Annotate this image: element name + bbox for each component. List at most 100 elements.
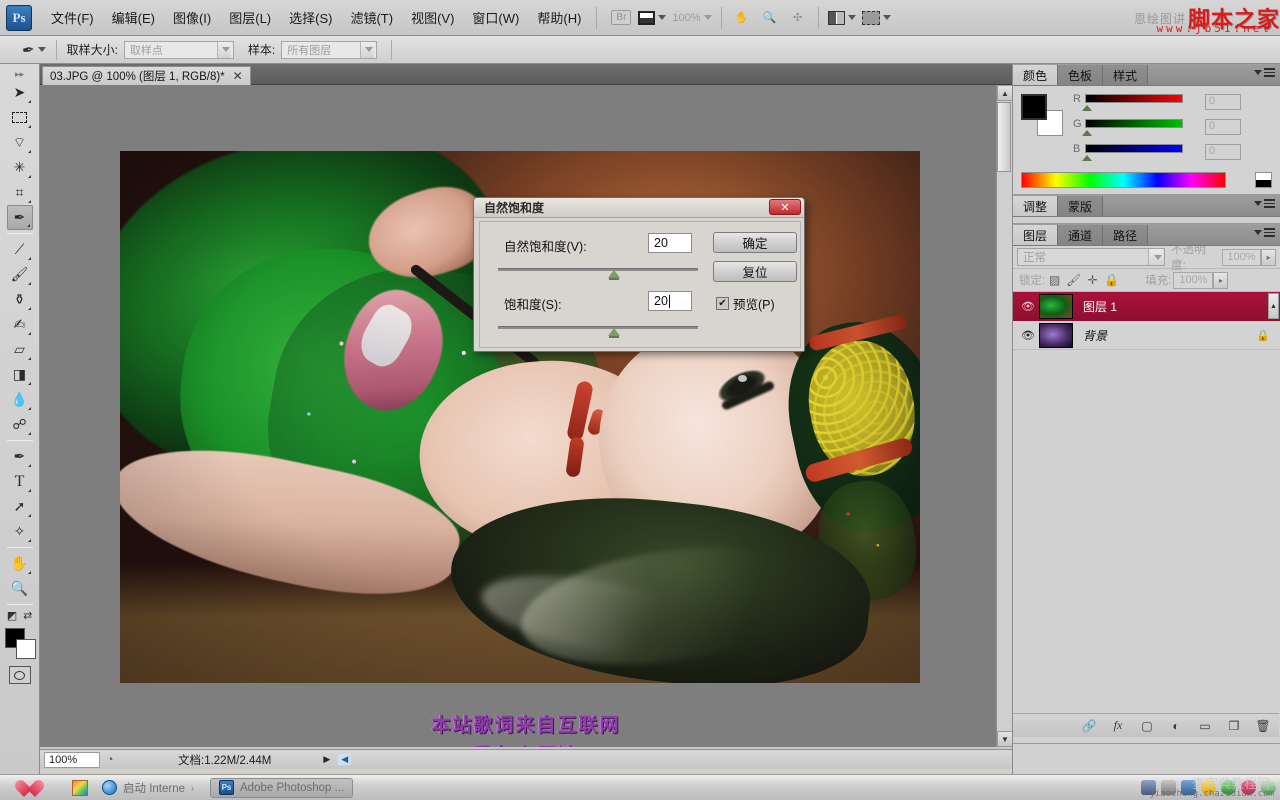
path-selection-tool[interactable]: ➚ xyxy=(7,494,33,519)
move-tool[interactable]: ➤ xyxy=(7,80,33,105)
tab-color[interactable]: 颜色 xyxy=(1013,65,1058,85)
layer-thumbnail[interactable] xyxy=(1039,294,1073,319)
lock-transparent-pixels-icon[interactable]: ▨ xyxy=(1045,272,1064,289)
dialog-title-bar[interactable]: 自然饱和度 ✕ xyxy=(474,198,804,218)
zoom-level-display[interactable]: 100% xyxy=(672,7,711,29)
layers-panel-menu-icon[interactable] xyxy=(1254,228,1275,237)
foreground-color-chip[interactable] xyxy=(1021,94,1047,120)
tab-styles[interactable]: 样式 xyxy=(1103,65,1148,85)
shape-tool[interactable]: ✧ xyxy=(7,519,33,544)
taskbar-ie[interactable]: 启动 Interne › xyxy=(94,778,202,798)
adjustment-layer-icon[interactable]: ◐ xyxy=(1168,718,1184,734)
hand-tool[interactable]: ✋ xyxy=(7,551,33,576)
start-button-heart-icon[interactable] xyxy=(24,778,46,798)
channel-r-value[interactable]: 0 xyxy=(1205,94,1241,110)
channel-r-handle[interactable] xyxy=(1082,105,1092,111)
tab-swatches[interactable]: 色板 xyxy=(1058,65,1103,85)
vibrance-slider[interactable] xyxy=(498,266,698,276)
quick-mask-button[interactable] xyxy=(9,666,31,684)
magic-wand-tool[interactable]: ✳ xyxy=(7,155,33,180)
zoom-tool[interactable]: 🔍 xyxy=(7,576,33,601)
crop-tool[interactable]: ⌗ xyxy=(7,180,33,205)
scrollbar-thumb[interactable] xyxy=(997,102,1011,172)
default-colors-icon[interactable]: ◩ xyxy=(7,609,17,622)
ok-button[interactable]: 确定 xyxy=(713,232,797,253)
lock-image-pixels-icon[interactable]: 🖌 xyxy=(1064,272,1083,289)
color-panel-menu-icon[interactable] xyxy=(1254,68,1275,77)
status-clock-icon[interactable]: ◔ xyxy=(100,752,120,768)
vibrance-input[interactable]: 20 xyxy=(648,233,692,253)
healing-brush-tool[interactable]: ⟋ xyxy=(7,237,33,262)
zoom-input[interactable]: 100% xyxy=(44,752,100,768)
zoom-tool-button[interactable]: 🔍 xyxy=(759,7,781,29)
channel-g-slider[interactable] xyxy=(1085,119,1183,128)
channel-g-handle[interactable] xyxy=(1082,130,1092,136)
layer-thumbnail[interactable] xyxy=(1039,323,1073,348)
sample-size-select[interactable]: 取样点 xyxy=(124,41,234,59)
tray-plug-icon[interactable] xyxy=(1161,780,1176,795)
screen-mode-button[interactable] xyxy=(638,7,666,29)
gradient-tool[interactable]: ◨ xyxy=(7,362,33,387)
vibrance-slider-track[interactable] xyxy=(498,268,698,271)
tray-volume-icon[interactable] xyxy=(1181,780,1196,795)
tab-adjustments[interactable]: 调整 xyxy=(1013,196,1058,216)
lasso-tool[interactable]: ⌔ xyxy=(7,130,33,155)
tray-sync-icon[interactable] xyxy=(1261,780,1276,795)
status-expand-icon[interactable]: ▶ xyxy=(323,754,330,765)
dodge-tool[interactable]: ☍ xyxy=(7,412,33,437)
layer-visibility-icon[interactable]: 👁 xyxy=(1017,300,1039,313)
canvas-area[interactable]: 本站歌词来自互联网 我怎么原谅 xyxy=(40,85,1012,747)
pen-tool[interactable]: ✒ xyxy=(7,444,33,469)
layer-style-icon[interactable]: fx xyxy=(1110,718,1126,734)
channel-b-handle[interactable] xyxy=(1082,155,1092,161)
menu-window[interactable]: 窗口(W) xyxy=(463,4,528,31)
show-desktop-icon[interactable] xyxy=(72,780,88,796)
tray-pen-icon[interactable] xyxy=(1141,780,1156,795)
vibrance-dialog[interactable]: 自然饱和度 ✕ 自然饱和度(V): 20 饱和度(S): 20 确定 复位 xyxy=(473,197,805,352)
fill-stepper[interactable]: ▸ xyxy=(1213,272,1228,289)
saturation-slider[interactable] xyxy=(498,324,698,334)
document-tab[interactable]: 03.JPG @ 100% (图层 1, RGB/8)* ✕ xyxy=(42,66,251,85)
menu-select[interactable]: 选择(S) xyxy=(280,4,341,31)
type-tool[interactable]: T xyxy=(7,469,33,494)
tray-antivirus-icon[interactable] xyxy=(1221,780,1236,795)
color-spectrum-ramp[interactable] xyxy=(1021,172,1226,188)
menu-image[interactable]: 图像(I) xyxy=(164,4,220,31)
opacity-stepper[interactable]: ▸ xyxy=(1261,249,1276,266)
layers-scroll-up-icon[interactable]: ▲ xyxy=(1268,293,1279,319)
eraser-tool[interactable]: ▱ xyxy=(7,337,33,362)
scroll-up-icon[interactable]: ▲ xyxy=(997,85,1013,101)
preview-checkbox-row[interactable]: ✔ 预览(P) xyxy=(716,294,775,313)
marquee-tool[interactable] xyxy=(7,105,33,130)
blur-tool[interactable]: 💧 xyxy=(7,387,33,412)
menu-file[interactable]: 文件(F) xyxy=(42,4,103,31)
history-brush-tool[interactable]: ✍ xyxy=(7,312,33,337)
new-layer-icon[interactable]: ❐ xyxy=(1226,718,1242,734)
close-icon[interactable]: ✕ xyxy=(233,69,243,83)
brush-tool[interactable]: 🖌 xyxy=(7,262,33,287)
menu-layer[interactable]: 图层(L) xyxy=(220,4,280,31)
taskbar-photoshop[interactable]: Ps Adobe Photoshop ... xyxy=(210,778,353,798)
toolbox-grip[interactable]: ▸▸ xyxy=(0,68,39,80)
current-tool-preset[interactable]: ✒ xyxy=(22,41,46,59)
tab-layers[interactable]: 图层 xyxy=(1013,225,1058,245)
tray-app-icon[interactable] xyxy=(1241,780,1256,795)
channel-g-value[interactable]: 0 xyxy=(1205,119,1241,135)
menu-view[interactable]: 视图(V) xyxy=(402,4,463,31)
hand-tool-button[interactable]: ✋ xyxy=(731,7,753,29)
saturation-slider-handle[interactable] xyxy=(608,328,620,336)
saturation-slider-track[interactable] xyxy=(498,326,698,329)
menu-help[interactable]: 帮助(H) xyxy=(528,4,590,31)
lock-position-icon[interactable]: ✛ xyxy=(1083,272,1102,289)
status-scroll-left-icon[interactable]: ◀ xyxy=(338,754,351,765)
adjustments-panel-menu-icon[interactable] xyxy=(1254,199,1275,208)
canvas-vertical-scrollbar[interactable]: ▲ ▼ xyxy=(996,85,1012,747)
layer-row-1[interactable]: 👁 图层 1 ▲ xyxy=(1013,292,1280,321)
channel-r-slider[interactable] xyxy=(1085,94,1183,103)
eyedropper-tool[interactable]: ✒ xyxy=(7,205,33,230)
scroll-down-icon[interactable]: ▼ xyxy=(997,731,1013,747)
layer-mask-icon[interactable]: ▢ xyxy=(1139,718,1155,734)
background-color-swatch[interactable] xyxy=(16,639,36,659)
close-icon[interactable]: ✕ xyxy=(769,199,801,215)
layer-visibility-icon[interactable]: 👁 xyxy=(1017,329,1039,342)
